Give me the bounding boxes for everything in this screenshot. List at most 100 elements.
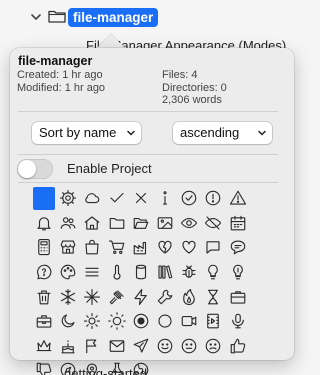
frown-icon[interactable]: [201, 334, 225, 359]
books-icon[interactable]: [153, 260, 177, 285]
popover-title: file-manager: [18, 54, 93, 68]
enable-project-toggle[interactable]: [17, 159, 53, 179]
heart-broken-icon[interactable]: [153, 235, 177, 260]
sort-order-value: ascending: [180, 125, 240, 140]
flame-icon[interactable]: [177, 284, 201, 309]
flask-icon[interactable]: [105, 358, 129, 375]
folder-open-icon[interactable]: [129, 211, 153, 236]
chevron-down-icon[interactable]: [30, 11, 42, 23]
chat-icon-glyph: [206, 241, 220, 255]
hourglass-icon-glyph: [208, 289, 219, 304]
sun-alt-icon[interactable]: [105, 309, 129, 334]
calendar-icon[interactable]: [226, 211, 250, 236]
smile-icon[interactable]: [153, 334, 177, 359]
folder-icon[interactable]: [105, 211, 129, 236]
snowflake-alt-icon[interactable]: [80, 284, 104, 309]
crown-icon-glyph: [36, 340, 52, 351]
factory-icon[interactable]: [129, 235, 153, 260]
bolt-icon-glyph: [134, 288, 147, 305]
cylinder-icon[interactable]: [129, 260, 153, 285]
thumbs-down-icon[interactable]: [32, 358, 56, 375]
eye-icon-glyph: [181, 217, 198, 228]
lightbulb-icon-glyph: [208, 264, 219, 280]
heart-icon[interactable]: [177, 235, 201, 260]
trash-icon[interactable]: [32, 284, 56, 309]
alert-circle-icon[interactable]: [201, 186, 225, 211]
bag-icon[interactable]: [80, 235, 104, 260]
tree-row-file-manager[interactable]: file-manager: [0, 6, 313, 28]
pin-icon[interactable]: [80, 358, 104, 375]
trash-icon-glyph: [37, 290, 51, 304]
briefcase-icon[interactable]: [226, 284, 250, 309]
bug-icon[interactable]: [177, 260, 201, 285]
neutral-icon[interactable]: [177, 334, 201, 359]
eye-off-icon[interactable]: [201, 211, 225, 236]
circle-icon[interactable]: [153, 309, 177, 334]
toggle-knob: [18, 160, 36, 178]
film-icon[interactable]: [201, 309, 225, 334]
selected-color-swatch[interactable]: [32, 186, 56, 211]
shop-icon[interactable]: [56, 235, 80, 260]
globe-icon[interactable]: [129, 358, 153, 375]
cart-icon[interactable]: [105, 235, 129, 260]
toolbox-icon[interactable]: [32, 309, 56, 334]
snowflake-icon[interactable]: [56, 284, 80, 309]
mic-icon-glyph: [231, 313, 244, 329]
record-icon[interactable]: [129, 309, 153, 334]
folder-icon-glyph: [109, 217, 124, 229]
circle-icon-glyph: [158, 314, 172, 328]
bag-icon-glyph: [85, 240, 100, 255]
crown-icon[interactable]: [32, 334, 56, 359]
gavel-icon[interactable]: [105, 284, 129, 309]
house-icon-glyph: [85, 216, 100, 230]
cake-icon[interactable]: [56, 334, 80, 359]
bell-icon[interactable]: [32, 211, 56, 236]
sort-by-select[interactable]: Sort by name: [32, 122, 141, 144]
check-icon[interactable]: [105, 186, 129, 211]
books-icon-glyph: [158, 265, 173, 279]
wrench-icon[interactable]: [153, 284, 177, 309]
bolt-icon[interactable]: [129, 284, 153, 309]
info-icon[interactable]: [153, 186, 177, 211]
video-icon[interactable]: [177, 309, 201, 334]
gear-icon-glyph: [60, 190, 77, 207]
compass-icon[interactable]: [56, 358, 80, 375]
moon-icon[interactable]: [56, 309, 80, 334]
x-icon[interactable]: [129, 186, 153, 211]
plane-icon[interactable]: [129, 334, 153, 359]
chat-question-icon[interactable]: [32, 260, 56, 285]
gear-icon[interactable]: [56, 186, 80, 211]
eye-icon[interactable]: [177, 211, 201, 236]
image-icon[interactable]: [153, 211, 177, 236]
neutral-icon-glyph: [181, 338, 197, 354]
menu-icon[interactable]: [80, 260, 104, 285]
thermometer-icon[interactable]: [105, 260, 129, 285]
chevron-down-icon: [258, 130, 266, 136]
house-icon[interactable]: [80, 211, 104, 236]
palette-icon[interactable]: [56, 260, 80, 285]
cylinder-icon-glyph: [135, 264, 146, 280]
lightbulb-icon[interactable]: [201, 260, 225, 285]
calculator-icon[interactable]: [32, 235, 56, 260]
snowflake-icon-glyph: [61, 288, 76, 305]
sun-icon[interactable]: [80, 309, 104, 334]
thumbs-up-icon[interactable]: [226, 334, 250, 359]
users-icon[interactable]: [56, 211, 80, 236]
warning-icon[interactable]: [226, 186, 250, 211]
flag-icon[interactable]: [80, 334, 104, 359]
chat-icon[interactable]: [201, 235, 225, 260]
chat-text-icon[interactable]: [226, 235, 250, 260]
mail-icon[interactable]: [105, 334, 129, 359]
app-stage: file-manager File Manager Appearance (Mo…: [0, 0, 313, 375]
sort-order-select[interactable]: ascending: [173, 122, 272, 144]
mail-icon-glyph: [109, 340, 124, 352]
check-circle-icon[interactable]: [177, 186, 201, 211]
lightbulb-alt-icon[interactable]: [226, 260, 250, 285]
divider: [18, 111, 278, 112]
created-text: Created: 1 hr ago: [17, 69, 103, 81]
info-icon-glyph: [162, 191, 168, 205]
mic-icon[interactable]: [226, 309, 250, 334]
hourglass-icon[interactable]: [201, 284, 225, 309]
cloud-icon[interactable]: [80, 186, 104, 211]
selected-folder-label[interactable]: file-manager: [68, 8, 159, 27]
